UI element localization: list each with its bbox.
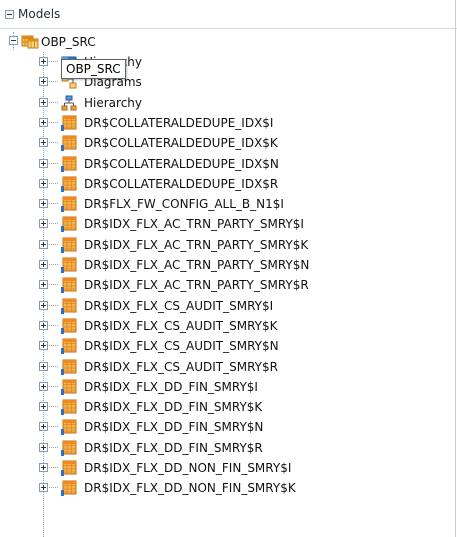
tree-node-label: DR$FLX_FW_CONFIG_ALL_B_N1$I	[84, 197, 284, 211]
tooltip: OBP_SRC	[61, 59, 126, 79]
expand-node-icon[interactable]	[39, 402, 48, 411]
tree-node-label: DR$IDX_FLX_CS_AUDIT_SMRY$I	[84, 299, 274, 313]
models-panel-header: Models	[0, 0, 457, 29]
hierarchy-icon	[61, 95, 77, 111]
tree-node-table[interactable]: DR$IDX_FLX_DD_FIN_SMRY$R	[0, 438, 455, 458]
tree-node-label: DR$COLLATERALDEDUPE_IDX$I	[84, 116, 274, 130]
tree-node-label: DR$COLLATERALDEDUPE_IDX$R	[84, 177, 279, 191]
tree-node-table[interactable]: DR$COLLATERALDEDUPE_IDX$K	[0, 133, 455, 153]
expand-node-icon[interactable]	[39, 118, 48, 127]
expand-node-icon[interactable]	[39, 321, 48, 330]
schema-label: OBP_SRC	[41, 35, 96, 49]
table-icon	[61, 460, 77, 476]
collapse-schema-icon[interactable]	[9, 36, 18, 45]
tree-node-label: DR$COLLATERALDEDUPE_IDX$N	[84, 157, 279, 171]
tree-node-label: DR$IDX_FLX_DD_FIN_SMRY$K	[84, 400, 263, 414]
tree-node-table[interactable]: DR$IDX_FLX_DD_NON_FIN_SMRY$K	[0, 478, 455, 498]
tree-node-label: DR$IDX_FLX_DD_FIN_SMRY$I	[84, 380, 258, 394]
expand-node-icon[interactable]	[39, 138, 48, 147]
table-icon	[61, 480, 77, 496]
tree-node-table[interactable]: DR$IDX_FLX_AC_TRN_PARTY_SMRY$K	[0, 235, 455, 255]
table-icon	[61, 196, 77, 212]
tree-node-table[interactable]: DR$COLLATERALDEDUPE_IDX$N	[0, 154, 455, 174]
tree-node-label: DR$IDX_FLX_CS_AUDIT_SMRY$R	[84, 360, 278, 374]
table-icon	[61, 399, 77, 415]
table-icon	[61, 318, 77, 334]
expand-node-icon[interactable]	[39, 159, 48, 168]
tree-node-table[interactable]: DR$FLX_FW_CONFIG_ALL_B_N1$I	[0, 194, 455, 214]
table-icon	[61, 277, 77, 293]
tree-node-label: Hierarchy	[84, 96, 143, 110]
table-icon	[61, 115, 77, 131]
tree-node-table[interactable]: DR$IDX_FLX_AC_TRN_PARTY_SMRY$R	[0, 275, 455, 295]
table-icon	[61, 440, 77, 456]
table-icon	[61, 419, 77, 435]
tree-node-table[interactable]: DR$IDX_FLX_DD_NON_FIN_SMRY$I	[0, 458, 455, 478]
expand-node-icon[interactable]	[39, 301, 48, 310]
expand-node-icon[interactable]	[39, 341, 48, 350]
schema-icon	[21, 35, 39, 49]
expand-node-icon[interactable]	[39, 483, 48, 492]
table-icon	[61, 359, 77, 375]
tree-node-label: DR$IDX_FLX_AC_TRN_PARTY_SMRY$R	[84, 278, 309, 292]
table-icon	[61, 135, 77, 151]
panel-title: Models	[18, 7, 61, 21]
tree-node-table[interactable]: DR$IDX_FLX_CS_AUDIT_SMRY$I	[0, 296, 455, 316]
tree-node-label: DR$IDX_FLX_AC_TRN_PARTY_SMRY$N	[84, 258, 310, 272]
table-icon	[61, 298, 77, 314]
expand-node-icon[interactable]	[39, 179, 48, 188]
expand-node-icon[interactable]	[39, 219, 48, 228]
expand-node-icon[interactable]	[39, 443, 48, 452]
expand-node-icon[interactable]	[39, 57, 48, 66]
tree-node-table[interactable]: DR$IDX_FLX_CS_AUDIT_SMRY$R	[0, 357, 455, 377]
expand-node-icon[interactable]	[39, 77, 48, 86]
tree-node-label: DR$IDX_FLX_CS_AUDIT_SMRY$N	[84, 339, 279, 353]
tree-node-label: DR$IDX_FLX_AC_TRN_PARTY_SMRY$K	[84, 238, 309, 252]
expand-node-icon[interactable]	[39, 422, 48, 431]
tree-node-table[interactable]: DR$IDX_FLX_AC_TRN_PARTY_SMRY$N	[0, 255, 455, 275]
tree-node-label: DR$IDX_FLX_DD_FIN_SMRY$N	[84, 420, 264, 434]
expand-node-icon[interactable]	[39, 362, 48, 371]
tree-node-table[interactable]: DR$IDX_FLX_DD_FIN_SMRY$I	[0, 377, 455, 397]
table-icon	[61, 338, 77, 354]
tree-node-label: DR$IDX_FLX_DD_NON_FIN_SMRY$K	[84, 481, 296, 495]
table-icon	[61, 156, 77, 172]
table-icon	[61, 257, 77, 273]
collapse-panel-icon[interactable]	[5, 10, 14, 19]
tree-node-label: DR$IDX_FLX_DD_NON_FIN_SMRY$I	[84, 461, 292, 475]
tree-node-schema[interactable]: OBP_SRC	[0, 32, 455, 52]
expand-node-icon[interactable]	[39, 382, 48, 391]
expand-node-icon[interactable]	[39, 240, 48, 249]
expand-node-icon[interactable]	[39, 260, 48, 269]
tree-node-label: DR$IDX_FLX_CS_AUDIT_SMRY$K	[84, 319, 278, 333]
table-icon	[61, 176, 77, 192]
tree-node-table[interactable]: DR$IDX_FLX_DD_FIN_SMRY$N	[0, 417, 455, 437]
tree-node-table[interactable]: DR$IDX_FLX_CS_AUDIT_SMRY$N	[0, 336, 455, 356]
tree-node-hierarchy[interactable]: Hierarchy	[0, 93, 455, 113]
model-tree[interactable]: OBP_SRC HierarchyDiagramsHierarchyDR$COL…	[0, 28, 455, 537]
expand-node-icon[interactable]	[39, 463, 48, 472]
expand-node-icon[interactable]	[39, 199, 48, 208]
tree-node-label: DR$COLLATERALDEDUPE_IDX$K	[84, 136, 278, 150]
expand-node-icon[interactable]	[39, 280, 48, 289]
table-icon	[61, 237, 77, 253]
tree-node-table[interactable]: DR$IDX_FLX_CS_AUDIT_SMRY$K	[0, 316, 455, 336]
tree-node-label: DR$IDX_FLX_AC_TRN_PARTY_SMRY$I	[84, 217, 304, 231]
expand-node-icon[interactable]	[39, 98, 48, 107]
tree-node-table[interactable]: DR$IDX_FLX_AC_TRN_PARTY_SMRY$I	[0, 214, 455, 234]
tree-node-table[interactable]: DR$COLLATERALDEDUPE_IDX$R	[0, 174, 455, 194]
tree-node-table[interactable]: DR$IDX_FLX_DD_FIN_SMRY$K	[0, 397, 455, 417]
tree-node-label: DR$IDX_FLX_DD_FIN_SMRY$R	[84, 441, 263, 455]
table-icon	[61, 379, 77, 395]
table-icon	[61, 216, 77, 232]
tree-node-table[interactable]: DR$COLLATERALDEDUPE_IDX$I	[0, 113, 455, 133]
panel-border	[455, 0, 456, 537]
